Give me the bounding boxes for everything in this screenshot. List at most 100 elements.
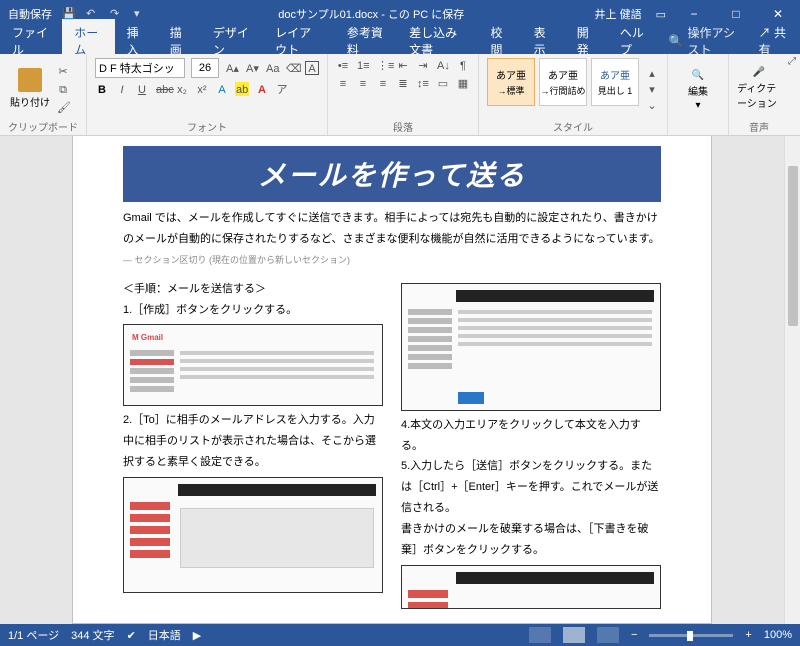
chevron-down-icon: ▾: [695, 100, 700, 111]
styles-up-icon[interactable]: ▴: [645, 66, 659, 80]
change-case-icon[interactable]: Aa: [265, 61, 279, 75]
find-icon: 🔍: [692, 70, 704, 81]
style-no-spacing[interactable]: あア亜 →行間詰め: [539, 58, 587, 106]
view-print-layout[interactable]: [563, 627, 585, 643]
step-4: 4.本文の入力エリアをクリックして本文を入力する。: [401, 415, 661, 457]
save-icon[interactable]: 💾: [62, 7, 76, 21]
italic-button[interactable]: I: [115, 82, 129, 96]
minimize-button[interactable]: −: [680, 7, 708, 21]
page[interactable]: メールを作って送る Gmail では、メールを作成してすぐに送信できます。相手に…: [72, 136, 712, 624]
cut-icon[interactable]: ✂: [56, 64, 70, 78]
page-indicator[interactable]: 1/1 ページ: [8, 627, 59, 643]
view-web-layout[interactable]: [597, 627, 619, 643]
highlight-button[interactable]: ab: [235, 82, 249, 96]
ribbon: ⤢ 貼り付け ✂ ⧉ 🖌 クリップボード A▴ A▾ Aa ⌫ A: [0, 54, 800, 136]
redo-icon[interactable]: ↷: [110, 7, 124, 21]
sort-icon[interactable]: A↓: [436, 58, 450, 72]
left-column: ＜手順：メールを送信する＞ 1.［作成］ボタンをクリックする。 M Gmail …: [123, 279, 383, 613]
spellcheck-icon[interactable]: ✔: [127, 629, 136, 642]
right-column: 4.本文の入力エリアをクリックして本文を入力する。 5.入力したら［送信］ボタン…: [401, 279, 661, 613]
font-color-button[interactable]: A: [255, 82, 269, 96]
figure-1: M Gmail: [123, 324, 383, 406]
format-painter-icon[interactable]: 🖌: [56, 100, 70, 114]
multilevel-icon[interactable]: ⋮≡: [376, 58, 390, 72]
step-2: 2.［To］に相手のメールアドレスを入力する。入力中に相手のリストが表示された場…: [123, 410, 383, 473]
undo-icon[interactable]: ↶: [86, 7, 100, 21]
step-5b: 書きかけのメールを破棄する場合は、［下書きを破棄］ボタンをクリックする。: [401, 519, 661, 561]
share-button[interactable]: ↗ 共有: [749, 24, 800, 58]
style-heading1[interactable]: あア亜 見出し 1: [591, 58, 639, 106]
align-left-icon[interactable]: ≡: [336, 76, 350, 90]
copy-icon[interactable]: ⧉: [56, 82, 70, 96]
paste-icon: [18, 68, 42, 92]
paste-button[interactable]: 貼り付け: [8, 58, 52, 119]
group-label: フォント: [95, 119, 319, 135]
group-label: クリップボード: [8, 119, 78, 135]
align-right-icon[interactable]: ≡: [376, 76, 390, 90]
step-5: 5.入力したら［送信］ボタンをクリックする。または［Ctrl］+［Enter］キ…: [401, 456, 661, 519]
increase-indent-icon[interactable]: ⇥: [416, 58, 430, 72]
group-font: A▴ A▾ Aa ⌫ A B I U abc x₂ x² A ab A ア フォ…: [87, 54, 328, 135]
collapse-ribbon-icon[interactable]: ⤢: [788, 56, 796, 67]
subscript-button[interactable]: x₂: [175, 82, 189, 96]
styles-down-icon[interactable]: ▾: [645, 82, 659, 96]
maximize-button[interactable]: □: [722, 7, 750, 21]
phonetic-guide-icon[interactable]: ア: [275, 82, 289, 96]
group-editing: 🔍 編集 ▾: [668, 54, 729, 135]
language-indicator[interactable]: 日本語: [148, 627, 181, 643]
superscript-button[interactable]: x²: [195, 82, 209, 96]
bullets-icon[interactable]: •≡: [336, 58, 350, 72]
step-1: 1.［作成］ボタンをクリックする。: [123, 300, 383, 321]
line-spacing-icon[interactable]: ↕≡: [416, 76, 430, 90]
view-read-mode[interactable]: [529, 627, 551, 643]
dictate-button[interactable]: 🎤 ディクテーション: [737, 58, 781, 119]
group-clipboard: 貼り付け ✂ ⧉ 🖌 クリップボード: [0, 54, 87, 135]
figure-4: [401, 565, 661, 609]
shrink-font-icon[interactable]: A▾: [245, 61, 259, 75]
status-bar: 1/1 ページ 344 文字 ✔ 日本語 ▶ − + 100%: [0, 624, 800, 646]
numbering-icon[interactable]: 1≡: [356, 58, 370, 72]
doc-heading: メールを作って送る: [123, 146, 661, 202]
zoom-slider[interactable]: [649, 634, 733, 637]
align-center-icon[interactable]: ≡: [356, 76, 370, 90]
microphone-icon: 🎤: [753, 67, 765, 78]
vertical-scrollbar[interactable]: [784, 136, 800, 624]
justify-icon[interactable]: ≣: [396, 76, 410, 90]
group-label: 音声: [737, 119, 781, 135]
figure-3: [401, 283, 661, 411]
editing-button[interactable]: 🔍 編集 ▾: [676, 58, 720, 123]
figure-2: [123, 477, 383, 593]
qat-customize-icon[interactable]: ▾: [134, 7, 148, 21]
scrollbar-thumb[interactable]: [788, 166, 798, 326]
show-marks-icon[interactable]: ¶: [456, 58, 470, 72]
word-count[interactable]: 344 文字: [71, 627, 114, 643]
zoom-out-button[interactable]: −: [631, 629, 637, 641]
steps-header: ＜手順：メールを送信する＞: [123, 279, 383, 300]
strike-button[interactable]: abc: [155, 82, 169, 96]
style-normal[interactable]: あア亜 →標準: [487, 58, 535, 106]
bold-button[interactable]: B: [95, 82, 109, 96]
close-button[interactable]: ✕: [764, 7, 792, 21]
tell-me-search[interactable]: 🔍 操作アシスト: [661, 24, 749, 58]
group-label: 段落: [336, 119, 470, 135]
shading-icon[interactable]: ▭: [436, 76, 450, 90]
enclose-char-icon[interactable]: A: [305, 61, 319, 75]
group-voice: 🎤 ディクテーション 音声: [729, 54, 789, 135]
decrease-indent-icon[interactable]: ⇤: [396, 58, 410, 72]
search-icon: 🔍: [669, 34, 684, 48]
group-styles: あア亜 →標準 あア亜 →行間詰め あア亜 見出し 1 ▴ ▾ ⌄ スタイル: [479, 54, 668, 135]
document-area: メールを作って送る Gmail では、メールを作成してすぐに送信できます。相手に…: [0, 136, 800, 624]
zoom-level[interactable]: 100%: [764, 629, 792, 641]
ribbon-tabs: ファイル ホーム 挿入 描画 デザイン レイアウト 参考資料 差し込み文書 校閲…: [0, 28, 800, 54]
font-size-input[interactable]: [191, 58, 219, 78]
font-name-input[interactable]: [95, 58, 185, 78]
group-label: [676, 123, 720, 135]
text-effects-icon[interactable]: A: [215, 82, 229, 96]
grow-font-icon[interactable]: A▴: [225, 61, 239, 75]
underline-button[interactable]: U: [135, 82, 149, 96]
zoom-in-button[interactable]: +: [745, 629, 751, 641]
styles-gallery-icon[interactable]: ⌄: [645, 98, 659, 112]
borders-icon[interactable]: ▦: [456, 76, 470, 90]
macro-icon[interactable]: ▶: [193, 629, 201, 642]
clear-format-icon[interactable]: ⌫: [285, 61, 299, 75]
